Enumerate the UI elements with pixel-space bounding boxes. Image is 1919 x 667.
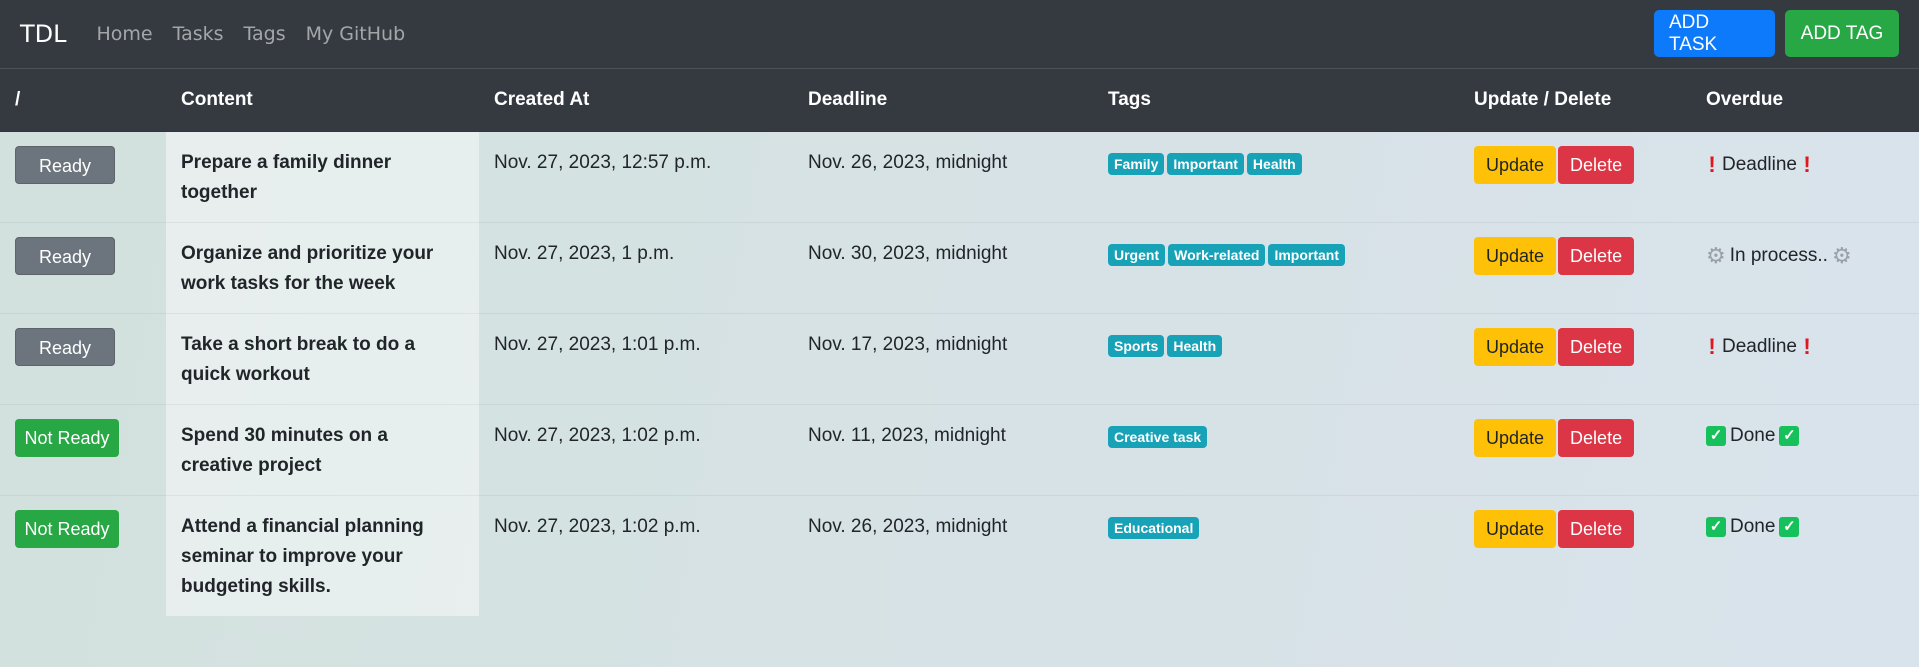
navbar-actions: ADD TASK ADD TAG bbox=[1654, 10, 1899, 57]
header-content: Content bbox=[181, 89, 253, 110]
nav-link-tasks[interactable]: Tasks bbox=[173, 23, 224, 45]
gear-icon: ⚙ bbox=[1831, 243, 1852, 268]
exclamation-icon: ! bbox=[1803, 152, 1811, 177]
update-button[interactable]: Update bbox=[1474, 328, 1557, 366]
check-icon: ✓ bbox=[1779, 517, 1800, 537]
brand-link[interactable]: TDL bbox=[20, 20, 67, 48]
exclamation-icon: ! bbox=[1708, 152, 1716, 177]
table-row: Not Ready Attend a financial planning se… bbox=[0, 495, 1919, 616]
task-content: Spend 30 minutes on a creative project bbox=[166, 404, 479, 496]
table-header-row: / Content Created At Deadline Tags Updat… bbox=[0, 68, 1919, 132]
exclamation-icon: ! bbox=[1708, 334, 1716, 359]
update-button[interactable]: Update bbox=[1474, 146, 1557, 184]
table-row: Not Ready Spend 30 minutes on a creative… bbox=[0, 404, 1919, 496]
check-icon: ✓ bbox=[1706, 517, 1726, 537]
overdue-label: Done bbox=[1730, 425, 1776, 446]
status-cell: Ready bbox=[0, 223, 166, 314]
tag-badge[interactable]: Important bbox=[1268, 244, 1346, 266]
add-tag-button[interactable]: ADD TAG bbox=[1785, 10, 1899, 57]
task-content: Prepare a family dinner together bbox=[166, 131, 479, 223]
delete-button[interactable]: Delete bbox=[1558, 510, 1635, 548]
tag-badge[interactable]: Creative task bbox=[1108, 426, 1208, 448]
status-button[interactable]: Not Ready bbox=[15, 419, 119, 457]
gear-icon: ⚙ bbox=[1706, 243, 1726, 268]
tag-badge[interactable]: Educational bbox=[1108, 517, 1200, 539]
actions-cell: Update Delete bbox=[1459, 314, 1691, 405]
header-status: / bbox=[15, 89, 21, 110]
deadline: Nov. 11, 2023, midnight bbox=[808, 425, 1006, 446]
status-cell: Ready bbox=[0, 132, 166, 223]
created-at: Nov. 27, 2023, 1:02 p.m. bbox=[494, 425, 701, 446]
header-created-at: Created At bbox=[494, 89, 590, 110]
tags-cell: Family Important Health bbox=[1093, 132, 1459, 223]
tag-badge[interactable]: Health bbox=[1167, 335, 1223, 357]
tag-badge[interactable]: Urgent bbox=[1108, 244, 1166, 266]
deadline: Nov. 26, 2023, midnight bbox=[808, 516, 1008, 537]
check-icon: ✓ bbox=[1706, 426, 1726, 446]
overdue-label: Done bbox=[1730, 516, 1776, 537]
task-content: Attend a financial planning seminar to i… bbox=[166, 495, 479, 616]
overdue-label: Deadline bbox=[1722, 336, 1797, 357]
actions-cell: Update Delete bbox=[1459, 405, 1691, 496]
overdue-label: In process.. bbox=[1729, 245, 1828, 266]
tags-cell: Creative task bbox=[1093, 405, 1459, 496]
update-button[interactable]: Update bbox=[1474, 237, 1557, 275]
created-at: Nov. 27, 2023, 1:02 p.m. bbox=[494, 516, 701, 537]
status-button[interactable]: Ready bbox=[15, 237, 115, 275]
status-button[interactable]: Ready bbox=[15, 146, 115, 184]
exclamation-icon: ! bbox=[1803, 334, 1811, 359]
header-update-delete: Update / Delete bbox=[1474, 89, 1612, 110]
delete-button[interactable]: Delete bbox=[1558, 237, 1635, 275]
created-at: Nov. 27, 2023, 12:57 p.m. bbox=[494, 152, 712, 173]
deadline: Nov. 30, 2023, midnight bbox=[808, 243, 1008, 264]
overdue-cell: ⚙ In process.. ⚙ bbox=[1691, 223, 1919, 314]
task-content: Organize and prioritize your work tasks … bbox=[166, 222, 479, 314]
nav-link-tags[interactable]: Tags bbox=[244, 23, 286, 45]
tags-cell: Educational bbox=[1093, 496, 1459, 616]
actions-cell: Update Delete bbox=[1459, 223, 1691, 314]
deadline: Nov. 17, 2023, midnight bbox=[808, 334, 1008, 355]
update-button[interactable]: Update bbox=[1474, 510, 1557, 548]
add-task-button[interactable]: ADD TASK bbox=[1654, 10, 1775, 57]
tag-badge[interactable]: Important bbox=[1167, 153, 1244, 175]
actions-cell: Update Delete bbox=[1459, 496, 1691, 616]
status-button[interactable]: Not Ready bbox=[15, 510, 119, 548]
tag-badge[interactable]: Health bbox=[1246, 153, 1302, 175]
status-cell: Not Ready bbox=[0, 496, 166, 616]
header-overdue: Overdue bbox=[1706, 89, 1784, 110]
tasks-table: / Content Created At Deadline Tags Updat… bbox=[0, 68, 1919, 616]
deadline: Nov. 26, 2023, midnight bbox=[808, 152, 1008, 173]
table-row: Ready Take a short break to do a quick w… bbox=[0, 313, 1919, 405]
nav-link-github[interactable]: My GitHub bbox=[306, 23, 406, 45]
table-row: Ready Organize and prioritize your work … bbox=[0, 222, 1919, 314]
navbar: TDL Home Tasks Tags My GitHub ADD TASK A… bbox=[0, 0, 1919, 68]
check-icon: ✓ bbox=[1779, 426, 1800, 446]
tags-cell: Urgent Work-related Important bbox=[1093, 223, 1459, 314]
tags-cell: Sports Health bbox=[1093, 314, 1459, 405]
table-row: Ready Prepare a family dinner together N… bbox=[0, 131, 1919, 223]
tag-badge[interactable]: Sports bbox=[1108, 335, 1165, 357]
header-tags: Tags bbox=[1108, 89, 1151, 110]
task-content: Take a short break to do a quick workout bbox=[166, 313, 479, 405]
created-at: Nov. 27, 2023, 1 p.m. bbox=[494, 243, 675, 264]
overdue-cell: ! Deadline ! bbox=[1691, 132, 1919, 223]
delete-button[interactable]: Delete bbox=[1558, 146, 1635, 184]
delete-button[interactable]: Delete bbox=[1558, 328, 1635, 366]
delete-button[interactable]: Delete bbox=[1558, 419, 1635, 457]
overdue-cell: ✓ Done ✓ bbox=[1691, 405, 1919, 496]
tag-badge[interactable]: Work-related bbox=[1168, 244, 1266, 266]
actions-cell: Update Delete bbox=[1459, 132, 1691, 223]
tag-badge[interactable]: Family bbox=[1108, 153, 1165, 175]
overdue-cell: ✓ Done ✓ bbox=[1691, 496, 1919, 616]
update-button[interactable]: Update bbox=[1474, 419, 1557, 457]
status-cell: Ready bbox=[0, 314, 166, 405]
nav-link-home[interactable]: Home bbox=[97, 23, 153, 45]
status-button[interactable]: Ready bbox=[15, 328, 115, 366]
created-at: Nov. 27, 2023, 1:01 p.m. bbox=[494, 334, 701, 355]
overdue-label: Deadline bbox=[1722, 154, 1797, 175]
overdue-cell: ! Deadline ! bbox=[1691, 314, 1919, 405]
header-deadline: Deadline bbox=[808, 89, 888, 110]
status-cell: Not Ready bbox=[0, 405, 166, 496]
